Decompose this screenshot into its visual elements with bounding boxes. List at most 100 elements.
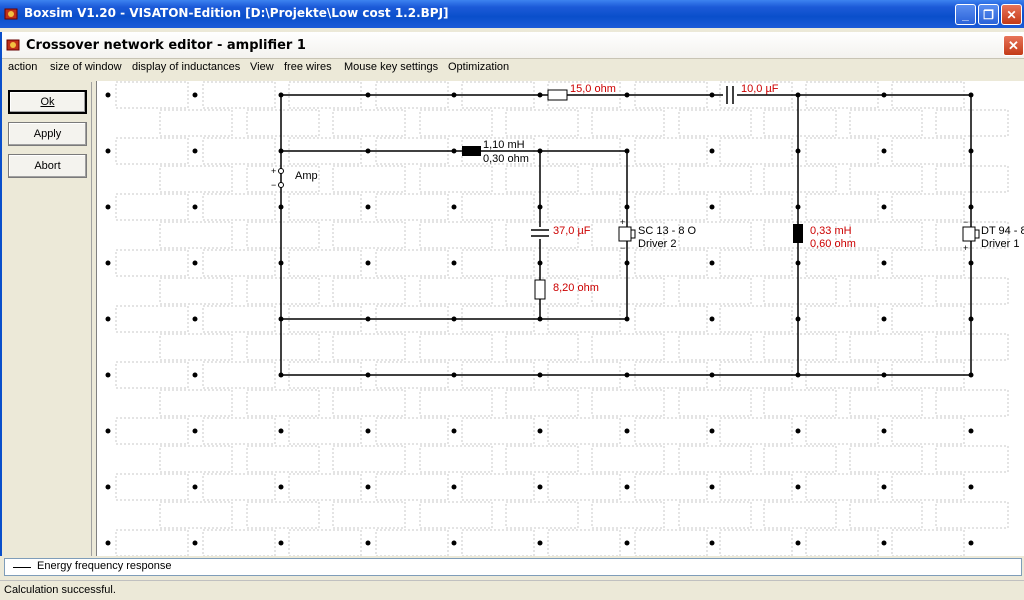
grid-node[interactable] [278,92,284,98]
grid-node[interactable] [192,148,198,154]
grid-node[interactable] [881,428,887,434]
grid-node[interactable] [537,428,543,434]
grid-node[interactable] [278,148,284,154]
grid-node[interactable] [537,148,543,154]
grid-node[interactable] [881,372,887,378]
grid-node[interactable] [105,260,111,266]
grid-node[interactable] [278,428,284,434]
menu-optimization[interactable]: Optimization [448,61,509,73]
grid-node[interactable] [795,540,801,546]
minimize-button[interactable]: _ [955,4,976,25]
menu-display-of-inductances[interactable]: display of inductances [132,61,240,73]
grid-node[interactable] [537,92,543,98]
grid-node[interactable] [365,428,371,434]
app-title-bar[interactable]: Boxsim V1.20 - VISATON-Edition [D:\Proje… [0,0,1024,28]
grid-node[interactable] [192,484,198,490]
app-close-button[interactable]: ✕ [1001,4,1022,25]
grid-node[interactable] [968,204,974,210]
grid-node[interactable] [881,484,887,490]
grid-node[interactable] [451,316,457,322]
grid-node[interactable] [537,372,543,378]
grid-node[interactable] [105,372,111,378]
menu-view[interactable]: View [250,61,274,73]
grid-node[interactable] [105,148,111,154]
grid-node[interactable] [365,540,371,546]
grid-node[interactable] [365,92,371,98]
grid-node[interactable] [968,428,974,434]
grid-node[interactable] [968,316,974,322]
circuit-canvas[interactable]: 15,0 ohm 10,0 µF 1,10 mH 0,30 ohm 37,0 µ… [96,81,1024,556]
grid-node[interactable] [451,260,457,266]
grid-node[interactable] [624,148,630,154]
grid-node[interactable] [709,92,715,98]
grid-node[interactable] [105,484,111,490]
grid-node[interactable] [709,260,715,266]
grid-node[interactable] [624,316,630,322]
grid-node[interactable] [537,260,543,266]
grid-node[interactable] [192,428,198,434]
grid-node[interactable] [192,372,198,378]
grid-node[interactable] [278,484,284,490]
inductor-l2[interactable] [793,224,803,243]
resistor-r2[interactable] [534,279,546,300]
grid-node[interactable] [709,148,715,154]
grid-node[interactable] [278,540,284,546]
grid-node[interactable] [795,260,801,266]
grid-node[interactable] [365,316,371,322]
grid-node[interactable] [881,260,887,266]
amp-minus-terminal[interactable] [278,182,284,188]
grid-node[interactable] [624,372,630,378]
grid-node[interactable] [537,316,543,322]
grid-node[interactable] [278,372,284,378]
grid-node[interactable] [881,92,887,98]
grid-node[interactable] [624,484,630,490]
grid-node[interactable] [192,316,198,322]
grid-node[interactable] [451,204,457,210]
driver-1-symbol[interactable] [962,226,976,242]
ok-button[interactable]: Ok [8,90,87,114]
grid-node[interactable] [537,204,543,210]
grid-node[interactable] [709,204,715,210]
grid-node[interactable] [881,540,887,546]
grid-node[interactable] [105,92,111,98]
grid-node[interactable] [451,372,457,378]
grid-node[interactable] [709,484,715,490]
grid-node[interactable] [881,204,887,210]
grid-node[interactable] [624,204,630,210]
grid-node[interactable] [795,484,801,490]
amp-plus-terminal[interactable] [278,168,284,174]
grid-node[interactable] [968,92,974,98]
maximize-button[interactable]: ❐ [978,4,999,25]
grid-node[interactable] [795,148,801,154]
grid-node[interactable] [881,148,887,154]
grid-node[interactable] [105,428,111,434]
editor-title-bar[interactable]: Crossover network editor - amplifier 1 ✕ [2,32,1024,59]
grid-node[interactable] [105,316,111,322]
grid-node[interactable] [537,484,543,490]
grid-node[interactable] [451,92,457,98]
grid-node[interactable] [968,260,974,266]
grid-node[interactable] [968,484,974,490]
menu-action[interactable]: action [8,61,37,73]
grid-node[interactable] [365,372,371,378]
grid-node[interactable] [451,484,457,490]
grid-node[interactable] [365,484,371,490]
grid-node[interactable] [451,540,457,546]
grid-node[interactable] [451,148,457,154]
grid-node[interactable] [451,428,457,434]
grid-node[interactable] [968,540,974,546]
editor-close-button[interactable]: ✕ [1003,35,1024,56]
grid-node[interactable] [709,372,715,378]
resistor-r1[interactable] [547,89,568,101]
grid-node[interactable] [192,260,198,266]
grid-node[interactable] [624,428,630,434]
grid-node[interactable] [795,372,801,378]
apply-button[interactable]: Apply [8,122,87,146]
grid-node[interactable] [365,204,371,210]
grid-node[interactable] [968,372,974,378]
grid-node[interactable] [795,428,801,434]
grid-node[interactable] [192,540,198,546]
grid-node[interactable] [192,204,198,210]
grid-node[interactable] [105,540,111,546]
grid-node[interactable] [278,260,284,266]
